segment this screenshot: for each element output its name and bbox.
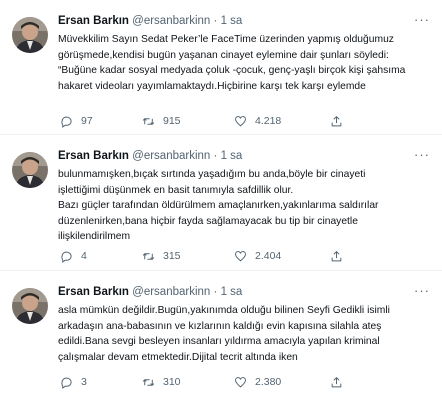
retweet-count: 310 (163, 376, 181, 388)
tweet-text: bulunmamışken,bıçak sırtında yaşadığım b… (58, 167, 436, 245)
tweet-text-line: arkadaşın ana-babasının ve kızlarının ka… (58, 320, 382, 332)
tweet-feed: Ersan Barkın @ersanbarkinn · 1 sa ··· Mü… (0, 0, 442, 400)
share-button[interactable] (330, 248, 343, 264)
separator-dot: · (213, 150, 218, 162)
tweet-text: asla mümkün değildir.Bugün,yakınımda old… (58, 303, 436, 365)
heart-icon (235, 115, 246, 126)
tweet-text-line: görüşmede,kendisi bugün yaşanan cinayet … (58, 49, 389, 61)
avatar[interactable] (12, 17, 48, 53)
tweet-text-line: hakaret videoları yayımlamaktaydı.Hiçbir… (58, 80, 366, 92)
retweet-button[interactable]: 915 (142, 113, 181, 129)
tweet-actions: 97 915 4.218 (58, 113, 430, 129)
share-button[interactable] (330, 374, 343, 390)
tweet-text-line: işlettiğimi düşünmek en basit tanımıyla … (58, 184, 294, 196)
share-icon (331, 376, 342, 387)
tweet-header: Ersan Barkın @ersanbarkinn · 1 sa (58, 14, 242, 28)
like-count: 2.380 (255, 376, 282, 388)
more-icon[interactable]: ··· (414, 147, 430, 162)
like-button[interactable]: 4.218 (234, 113, 281, 129)
reply-icon (61, 377, 72, 389)
retweet-icon (142, 378, 155, 386)
reply-icon (61, 251, 72, 263)
tweet-text-line: asla mümkün değildir.Bugün,yakınımda old… (58, 305, 390, 316)
retweet-icon (142, 252, 155, 260)
reply-count: 3 (81, 376, 87, 388)
retweet-count: 315 (163, 250, 181, 262)
avatar[interactable] (12, 288, 48, 324)
tweet-header: Ersan Barkın @ersanbarkinn · 1 sa (58, 149, 242, 163)
reply-button[interactable]: 3 (60, 374, 87, 390)
tweet-text: Müvekkilim Sayın Sedat Peker’le FaceTime… (58, 32, 436, 94)
tweet-text-line: bulunmamışken,bıçak sırtında yaşadığım b… (58, 169, 366, 180)
author-name[interactable]: Ersan Barkın (58, 15, 129, 27)
tweet-actions: 4 315 2.404 (58, 248, 430, 264)
heart-icon (235, 376, 246, 387)
tweet-text-line: düzenlenirken,bana hiçbir fayda sağlamay… (58, 215, 358, 227)
reply-button[interactable]: 97 (60, 113, 93, 129)
tweet[interactable]: Ersan Barkın @ersanbarkinn · 1 sa ··· as… (0, 271, 442, 400)
reply-icon (61, 116, 72, 128)
tweet[interactable]: Ersan Barkın @ersanbarkinn · 1 sa ··· bu… (0, 135, 442, 271)
tweet[interactable]: Ersan Barkın @ersanbarkinn · 1 sa ··· Mü… (0, 0, 442, 135)
tweet-text-line: edildi.Bana sevgi besleyen insanları yıl… (58, 336, 380, 347)
share-button[interactable] (330, 113, 343, 129)
tweet-text-line: Bazı güçler tarafından öldürülmem amaçla… (58, 200, 379, 211)
author-handle[interactable]: @ersanbarkinn (132, 286, 210, 298)
retweet-icon (142, 117, 155, 125)
tweet-text-line: Müvekkilim Sayın Sedat Peker’le FaceTime… (58, 34, 394, 45)
more-icon[interactable]: ··· (414, 283, 430, 298)
author-name[interactable]: Ersan Barkın (58, 150, 129, 162)
like-button[interactable]: 2.404 (234, 248, 281, 264)
tweet-text-line: “Buğüne kadar sosyal medyada çoluk -çocu… (58, 65, 406, 76)
avatar[interactable] (12, 152, 48, 188)
heart-icon (235, 250, 246, 261)
reply-count: 97 (81, 115, 93, 127)
like-count: 2.404 (255, 250, 282, 262)
share-icon (331, 250, 342, 261)
author-handle[interactable]: @ersanbarkinn (132, 150, 210, 162)
retweet-button[interactable]: 310 (142, 374, 181, 390)
tweet-text-line: ilişkilendirilmem (58, 231, 131, 242)
separator-dot: · (213, 286, 218, 298)
more-icon[interactable]: ··· (414, 12, 430, 27)
author-name[interactable]: Ersan Barkın (58, 286, 129, 298)
author-handle[interactable]: @ersanbarkinn (132, 15, 210, 27)
tweet-actions: 3 310 2.380 (58, 374, 430, 390)
share-icon (331, 115, 342, 126)
reply-count: 4 (81, 250, 87, 262)
retweet-count: 915 (163, 115, 181, 127)
separator-dot: · (213, 15, 218, 27)
reply-button[interactable]: 4 (60, 248, 87, 264)
tweet-text-line: çalışmalar devam etmektedir.Dijital tecr… (58, 351, 298, 363)
like-button[interactable]: 2.380 (234, 374, 281, 390)
timestamp[interactable]: 1 sa (221, 150, 243, 162)
retweet-button[interactable]: 315 (142, 248, 181, 264)
timestamp[interactable]: 1 sa (221, 286, 243, 298)
timestamp[interactable]: 1 sa (221, 15, 243, 27)
tweet-header: Ersan Barkın @ersanbarkinn · 1 sa (58, 285, 242, 299)
like-count: 4.218 (255, 115, 282, 127)
